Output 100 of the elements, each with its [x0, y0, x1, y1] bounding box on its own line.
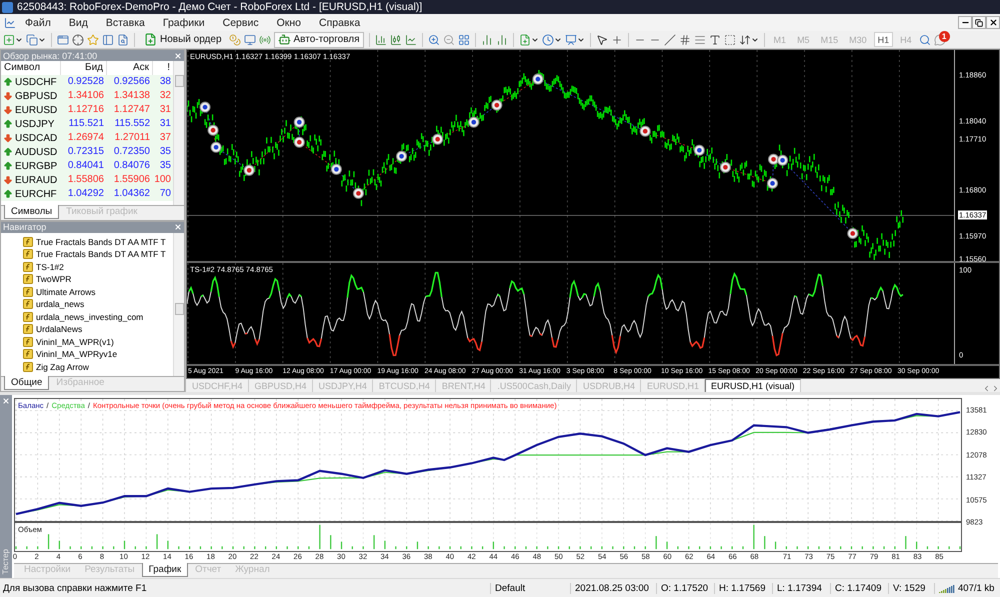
trade-marker — [210, 142, 222, 153]
menu-item[interactable]: Графики — [154, 16, 214, 28]
line-chart-icon[interactable] — [404, 34, 417, 46]
close-icon[interactable] — [174, 52, 182, 60]
caret-icon[interactable] — [15, 36, 23, 44]
search-icon[interactable] — [918, 34, 931, 46]
caret-icon[interactable] — [750, 36, 759, 44]
ask-cell: 115.552 — [107, 117, 153, 131]
navigator-item[interactable]: VininI_MA_WPR(v1) — [36, 336, 114, 347]
navigator-item[interactable]: urdala_news — [36, 299, 84, 310]
windows-icon[interactable] — [26, 34, 38, 46]
zoom-out-icon[interactable] — [442, 34, 455, 46]
navigator-item[interactable]: Ultimate Arrows — [36, 286, 96, 297]
caret-icon[interactable] — [554, 36, 562, 44]
menu-item[interactable]: Вставка — [96, 16, 154, 28]
trade-marker — [432, 134, 444, 145]
script-icon — [23, 236, 33, 247]
arrows-icon[interactable] — [738, 34, 751, 46]
ask-cell: 1.55906 — [107, 173, 153, 187]
scrollbar[interactable] — [173, 61, 184, 204]
chart-tab[interactable]: EURUSD,H1 (visual) — [705, 378, 801, 393]
timeframe-button[interactable]: H1 — [874, 32, 894, 47]
tile-windows-icon[interactable] — [458, 34, 470, 46]
trendline-icon[interactable] — [664, 34, 676, 46]
bar-chart-icon[interactable] — [374, 34, 387, 46]
channel-icon[interactable] — [678, 34, 691, 46]
robot-icon — [278, 33, 290, 46]
panel-tab[interactable]: Общие — [4, 376, 50, 390]
crosshair-cursor-icon[interactable] — [610, 34, 623, 46]
bid-cell: 1.26974 — [61, 131, 107, 145]
menu-item[interactable]: Справка — [310, 16, 370, 28]
scrollbar[interactable] — [173, 232, 184, 376]
script-icon — [23, 349, 33, 360]
navigator-item[interactable]: TwoWPR — [36, 274, 72, 284]
notification-badge[interactable]: 1 — [938, 30, 950, 42]
close-price: C: 1.17409 — [830, 582, 888, 594]
app-icon — [2, 2, 13, 12]
caret-icon[interactable] — [530, 36, 539, 44]
scroll-left-icon[interactable] — [982, 384, 991, 393]
autotrading-button[interactable]: Авто-торговля — [274, 32, 364, 48]
tester-tab[interactable]: График — [142, 563, 188, 577]
panel-tab[interactable]: Символы — [4, 204, 60, 218]
window-title: 62508443: RoboForex-DemoPro - Демо Счет - RoboForex Ltd - [EURUSD,H1 (visual)] — [17, 1, 422, 13]
caret-icon[interactable] — [576, 36, 585, 44]
minimize-button[interactable] — [958, 16, 972, 29]
script-icon — [23, 324, 33, 334]
trade-marker — [847, 228, 858, 239]
coins-icon[interactable] — [228, 34, 240, 46]
script-icon — [23, 286, 33, 297]
trade-marker — [244, 164, 255, 176]
panel-icon[interactable] — [102, 34, 114, 46]
script-icon — [23, 336, 33, 347]
volume-value: V: 1529 — [888, 582, 934, 594]
script-icon — [23, 262, 33, 272]
script-icon — [23, 312, 33, 322]
navigator-item[interactable]: True Fractals Bands DT AA MTF T — [36, 236, 166, 247]
ask-cell: 1.34138 — [107, 89, 153, 103]
spread-cell: 31 — [153, 117, 174, 131]
navigator-item[interactable]: Zig Zag Arrow — [36, 362, 89, 372]
menu-item[interactable]: Вид — [60, 16, 97, 28]
menu-item[interactable]: Окно — [268, 16, 310, 28]
crosshair-icon[interactable] — [72, 34, 84, 46]
menu-item[interactable]: Сервис — [214, 16, 268, 28]
trade-marker — [352, 188, 364, 199]
menu-item[interactable]: Файл — [16, 16, 60, 28]
spread-cell: 37 — [153, 131, 174, 145]
template-icon[interactable] — [564, 34, 577, 46]
text-tool-icon[interactable] — [708, 34, 721, 46]
navigator-item[interactable]: UrdalaNews — [36, 324, 82, 334]
period-icon[interactable] — [542, 34, 554, 46]
ask-cell: 1.04362 — [107, 187, 153, 201]
market-window-icon[interactable] — [57, 34, 69, 46]
spread-cell: 35 — [153, 159, 174, 173]
bid-cell: 1.34106 — [61, 89, 107, 103]
bid-cell: 0.84041 — [61, 159, 107, 173]
cursor-icon[interactable] — [596, 34, 608, 46]
navigator-item[interactable]: urdala_news_investing_com — [36, 312, 144, 322]
ask-cell: 0.84076 — [107, 159, 153, 173]
trade-marker — [694, 144, 705, 156]
trade-marker — [294, 116, 305, 128]
scroll-right-icon[interactable] — [991, 384, 1000, 393]
trade-marker — [468, 116, 480, 128]
new-order-button[interactable]: Новый ордер — [140, 32, 226, 48]
candlestick-icon[interactable] — [390, 34, 402, 46]
close-button[interactable] — [986, 16, 1000, 29]
close-icon[interactable] — [2, 397, 10, 405]
profile-name: Default — [490, 582, 570, 594]
trade-marker — [777, 154, 788, 166]
chart-window-icon[interactable] — [4, 16, 16, 28]
navigator-item[interactable]: TS-1#2 — [36, 262, 64, 272]
file-search-icon[interactable] — [117, 34, 129, 46]
restore-button[interactable] — [972, 16, 986, 29]
spread-cell: 100 — [153, 173, 174, 187]
navigator-item[interactable]: True Fractals Bands DT AA MTF T — [36, 249, 166, 260]
close-icon[interactable] — [174, 223, 182, 231]
zoom-in-icon[interactable] — [428, 34, 440, 46]
navigator-item[interactable]: VininI_MA_WPRyv1e — [36, 349, 118, 360]
signal-icon[interactable] — [258, 34, 270, 46]
monitor-icon[interactable] — [244, 34, 256, 46]
caret-icon[interactable] — [38, 36, 46, 44]
